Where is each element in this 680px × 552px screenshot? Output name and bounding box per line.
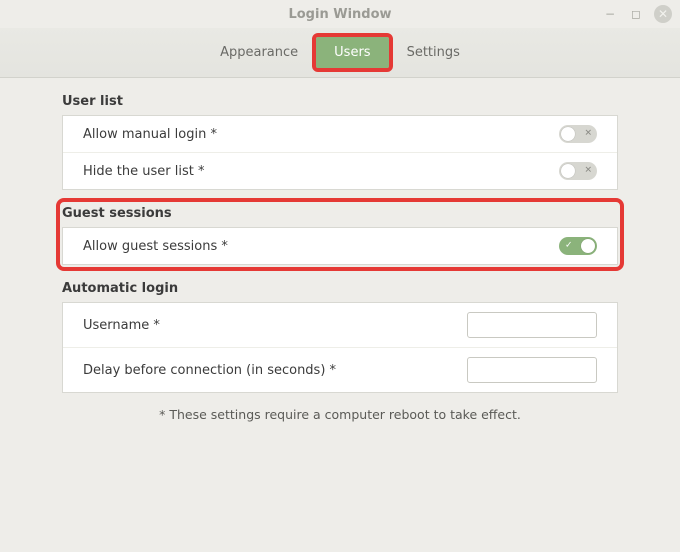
section-guest-sessions: Guest sessions Allow guest sessions * ✓ (62, 204, 618, 265)
toggle-allow-manual-login[interactable]: ✕ (559, 125, 597, 143)
titlebar: Login Window − ◻ ✕ (0, 0, 680, 28)
x-icon: ✕ (584, 130, 592, 139)
minimize-button[interactable]: − (602, 6, 618, 22)
row-hide-user-list: Hide the user list * ✕ (63, 153, 617, 189)
tab-appearance[interactable]: Appearance (202, 37, 316, 68)
toggle-knob (561, 127, 575, 141)
row-allow-guest-sessions: Allow guest sessions * ✓ (63, 228, 617, 264)
tab-users[interactable]: Users (316, 37, 388, 68)
row-delay: Delay before connection (in seconds) * (63, 348, 617, 392)
panel-automatic-login: Username * Delay before connection (in s… (62, 302, 618, 393)
content-area: User list Allow manual login * ✕ Hide th… (0, 78, 680, 430)
label-delay: Delay before connection (in seconds) * (83, 363, 336, 378)
input-delay[interactable] (467, 357, 597, 383)
window-controls: − ◻ ✕ (602, 0, 672, 28)
toggle-hide-user-list[interactable]: ✕ (559, 162, 597, 180)
section-title-guest-sessions: Guest sessions (62, 204, 618, 227)
label-allow-guest-sessions: Allow guest sessions * (83, 239, 228, 254)
x-icon: ✕ (584, 167, 592, 176)
check-icon: ✓ (565, 242, 573, 251)
panel-user-list: Allow manual login * ✕ Hide the user lis… (62, 115, 618, 190)
label-allow-manual-login: Allow manual login * (83, 127, 217, 142)
toggle-knob (581, 239, 595, 253)
section-title-user-list: User list (62, 92, 618, 115)
label-hide-user-list: Hide the user list * (83, 164, 204, 179)
close-button[interactable]: ✕ (654, 5, 672, 23)
panel-guest-sessions: Allow guest sessions * ✓ (62, 227, 618, 265)
row-allow-manual-login: Allow manual login * ✕ (63, 116, 617, 153)
maximize-button[interactable]: ◻ (628, 6, 644, 22)
window-title: Login Window (288, 7, 391, 22)
tab-settings[interactable]: Settings (389, 37, 478, 68)
section-title-automatic-login: Automatic login (62, 279, 618, 302)
toggle-allow-guest-sessions[interactable]: ✓ (559, 237, 597, 255)
row-username: Username * (63, 303, 617, 348)
tab-bar: Appearance Users Settings (0, 28, 680, 78)
input-username[interactable] (467, 312, 597, 338)
label-username: Username * (83, 318, 160, 333)
section-automatic-login: Automatic login Username * Delay before … (62, 279, 618, 393)
footer-note: * These settings require a computer rebo… (62, 407, 618, 422)
toggle-knob (561, 164, 575, 178)
section-user-list: User list Allow manual login * ✕ Hide th… (62, 92, 618, 190)
